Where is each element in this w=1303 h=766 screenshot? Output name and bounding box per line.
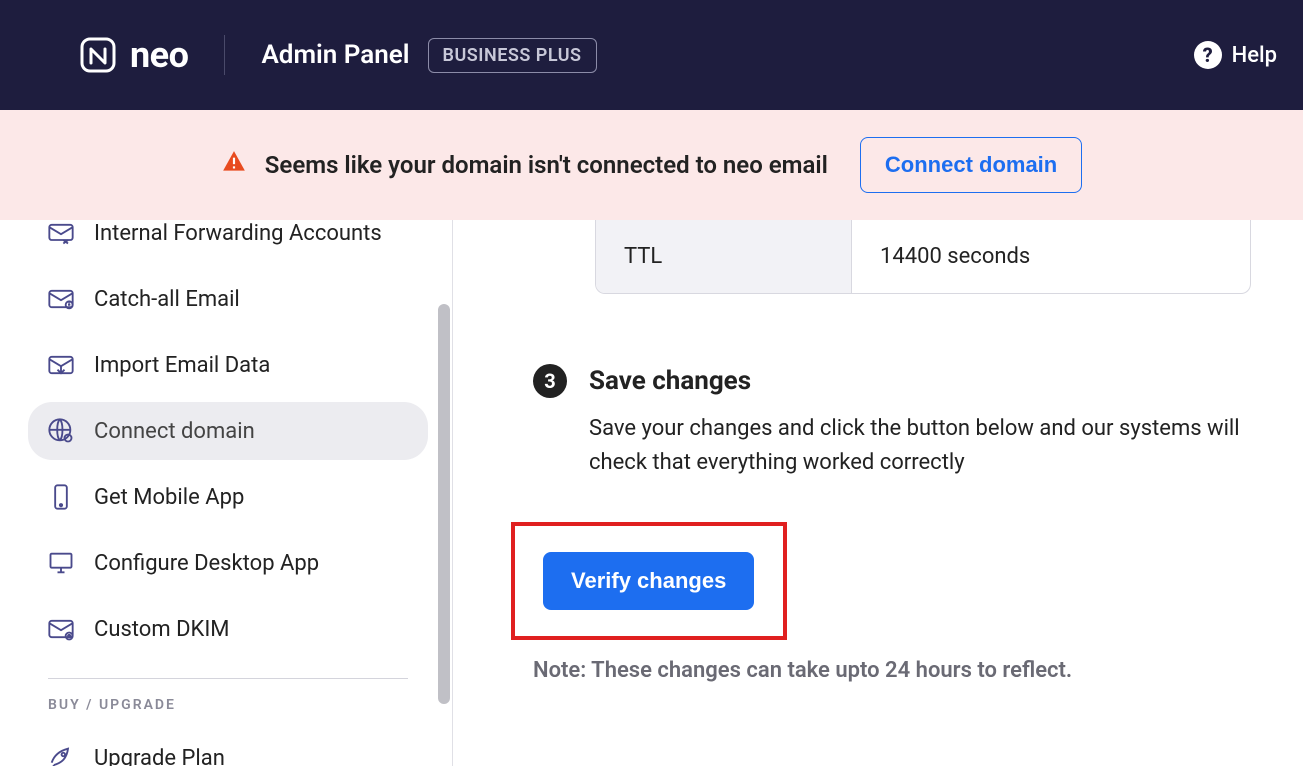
upgrade-icon xyxy=(46,743,76,766)
sidebar-item-label: Configure Desktop App xyxy=(94,551,319,576)
sidebar-item-label: Get Mobile App xyxy=(94,485,244,510)
brand-name: neo xyxy=(130,34,188,76)
sidebar-item-label: Import Email Data xyxy=(94,353,270,378)
step-title: Save changes xyxy=(589,366,751,396)
mobile-icon xyxy=(46,482,76,512)
main-content: TTL 14400 seconds 3 Save changes Save yo… xyxy=(453,220,1303,766)
sidebar-scrollbar[interactable] xyxy=(438,304,450,704)
dns-record-row: TTL 14400 seconds xyxy=(595,220,1251,294)
sidebar-item-internal-forwarding[interactable]: Internal Forwarding Accounts xyxy=(28,220,428,262)
sidebar-item-desktop-app[interactable]: Configure Desktop App xyxy=(28,534,428,592)
sidebar-section-label: BUY / UPGRADE xyxy=(28,697,428,721)
help-label: Help xyxy=(1232,43,1277,68)
verify-changes-button[interactable]: Verify changes xyxy=(543,552,754,610)
app-header: neo Admin Panel BUSINESS PLUS ? Help xyxy=(0,0,1303,110)
step-number-badge: 3 xyxy=(533,364,567,398)
sidebar-item-import-email[interactable]: Import Email Data xyxy=(28,336,428,394)
sidebar-item-label: Internal Forwarding Accounts xyxy=(94,221,382,246)
help-link[interactable]: ? Help xyxy=(1194,41,1277,69)
sidebar-item-label: Upgrade Plan xyxy=(94,746,225,766)
sidebar-item-dkim[interactable]: Custom DKIM xyxy=(28,600,428,658)
sidebar-item-connect-domain[interactable]: Connect domain xyxy=(28,402,428,460)
step-header: 3 Save changes xyxy=(533,364,1303,398)
verify-highlight-box: Verify changes xyxy=(511,522,787,640)
sidebar: Internal Forwarding Accounts Catch-all E… xyxy=(0,220,452,766)
desktop-icon xyxy=(46,548,76,578)
sidebar-item-label: Custom DKIM xyxy=(94,617,230,642)
sidebar-item-label: Connect domain xyxy=(94,419,255,444)
sidebar-item-catchall[interactable]: Catch-all Email xyxy=(28,270,428,328)
help-icon: ? xyxy=(1194,41,1222,69)
sidebar-item-label: Catch-all Email xyxy=(94,287,240,312)
sidebar-item-upgrade-plan[interactable]: Upgrade Plan xyxy=(28,729,428,766)
warning-banner: Seems like your domain isn't connected t… xyxy=(0,110,1303,220)
catchall-icon xyxy=(46,284,76,314)
dns-key-ttl: TTL xyxy=(596,220,852,293)
neo-logo-icon xyxy=(78,35,118,75)
dns-val-ttl: 14400 seconds xyxy=(852,220,1250,293)
step-description: Save your changes and click the button b… xyxy=(589,412,1249,480)
banner-text: Seems like your domain isn't connected t… xyxy=(265,151,828,179)
globe-gear-icon xyxy=(46,416,76,446)
connect-domain-button[interactable]: Connect domain xyxy=(860,137,1082,193)
sidebar-item-mobile-app[interactable]: Get Mobile App xyxy=(28,468,428,526)
header-divider xyxy=(224,35,225,75)
sidebar-divider xyxy=(48,678,408,679)
forwarding-icon xyxy=(46,220,76,248)
panel-title: Admin Panel xyxy=(261,40,409,70)
warning-icon xyxy=(221,149,247,181)
plan-badge: BUSINESS PLUS xyxy=(428,38,597,73)
propagation-note: Note: These changes can take upto 24 hou… xyxy=(533,658,1303,683)
import-icon xyxy=(46,350,76,380)
brand-logo[interactable]: neo xyxy=(78,34,188,76)
dkim-icon xyxy=(46,614,76,644)
